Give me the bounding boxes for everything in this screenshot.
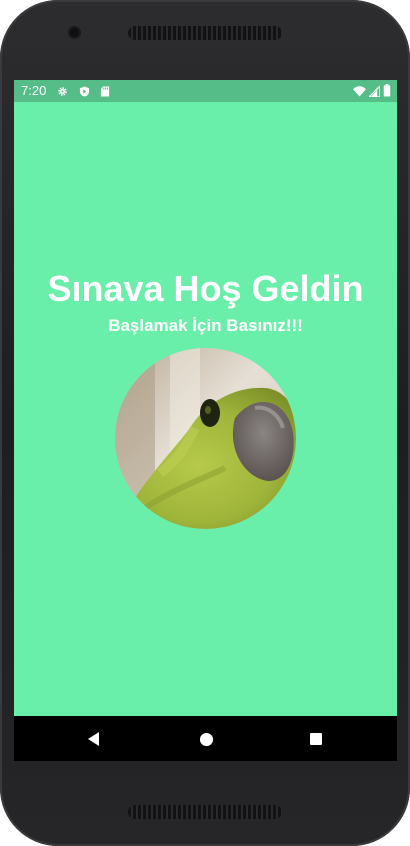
gear-icon bbox=[57, 85, 68, 96]
phone-frame: 7:20 Sınava Hoş Geldin Başlamak İçin Bas… bbox=[0, 0, 410, 846]
status-right-icons bbox=[353, 83, 391, 100]
shield-play-icon bbox=[79, 85, 90, 97]
welcome-title: Sınava Hoş Geldin bbox=[47, 268, 364, 309]
app-screen: 7:20 Sınava Hoş Geldin Başlamak İçin Bas… bbox=[14, 80, 397, 761]
top-speaker-grille bbox=[128, 26, 282, 40]
recents-icon[interactable] bbox=[307, 730, 325, 748]
start-image-button[interactable] bbox=[115, 348, 296, 529]
home-icon[interactable] bbox=[197, 730, 215, 748]
sd-card-icon bbox=[100, 85, 111, 97]
wifi-icon bbox=[353, 85, 366, 100]
cell-signal-icon bbox=[367, 83, 381, 100]
navigation-bar bbox=[14, 716, 397, 761]
parrot-photo bbox=[115, 348, 296, 529]
front-camera bbox=[70, 28, 79, 37]
battery-icon bbox=[383, 84, 391, 100]
status-time: 7:20 bbox=[21, 83, 47, 98]
back-icon[interactable] bbox=[85, 730, 103, 748]
start-instruction: Başlamak İçin Basınız!!! bbox=[108, 316, 303, 335]
bottom-speaker-grille bbox=[128, 805, 282, 819]
status-bar: 7:20 bbox=[14, 80, 397, 102]
